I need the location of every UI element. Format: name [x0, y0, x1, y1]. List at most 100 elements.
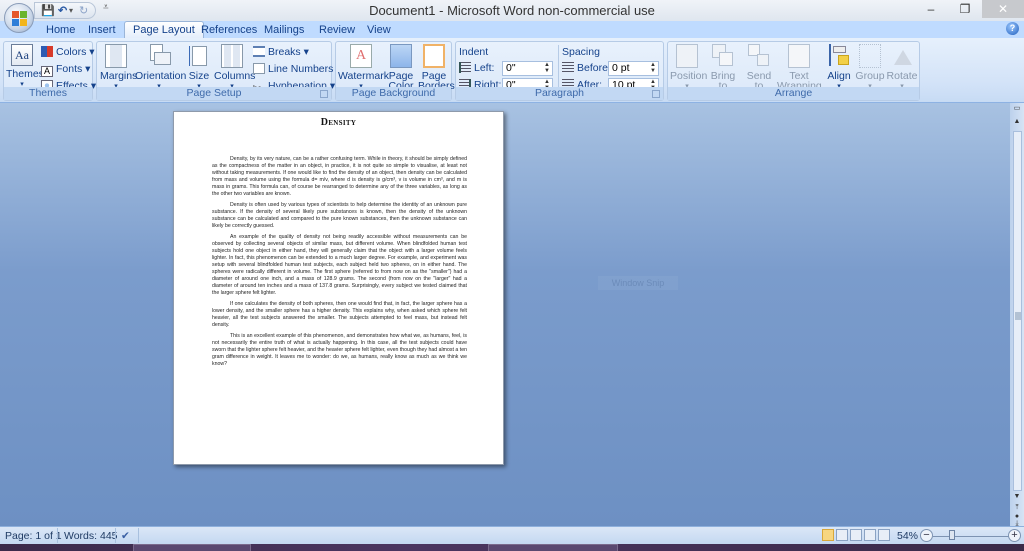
watermark-button[interactable]: A Watermark▾	[338, 44, 389, 92]
group-label-page-background: Page Background	[336, 87, 451, 100]
text-wrapping-icon	[788, 44, 810, 68]
fonts-icon: A	[41, 66, 53, 77]
outline-view-button[interactable]	[864, 529, 876, 541]
spacing-before-icon	[562, 62, 574, 73]
group-label-themes: Themes	[4, 87, 92, 100]
zoom-out-button[interactable]: −	[920, 529, 933, 542]
zoom-slider-track[interactable]	[933, 536, 1011, 537]
fonts-button[interactable]: A Fonts ▾	[41, 62, 90, 77]
scroll-track[interactable]	[1013, 131, 1022, 491]
draft-view-button[interactable]	[878, 529, 890, 541]
ruler-toggle-icon[interactable]: ▭	[1011, 104, 1023, 114]
paragraph-launcher-icon[interactable]	[652, 90, 660, 98]
vertical-scrollbar[interactable]: ▭ ▲ ▼ ⤒ ● ⤓	[1010, 103, 1024, 527]
paragraph: Density, by its very nature, can be a ra…	[212, 156, 467, 197]
group-label-page-setup: Page Setup	[97, 87, 331, 100]
colors-button[interactable]: Colors ▾	[41, 45, 95, 59]
themes-icon: Aa	[11, 44, 33, 66]
page-setup-launcher-icon[interactable]	[320, 90, 328, 98]
size-icon	[188, 44, 210, 68]
ribbon-tab-bar: Home Insert Page Layout References Maili…	[0, 21, 1024, 38]
tab-mailings[interactable]: Mailings	[264, 23, 304, 38]
watermark-icon: A	[350, 44, 372, 68]
group-icon	[859, 44, 881, 68]
rotate-button[interactable]: Rotate▾	[886, 44, 918, 92]
zoom-level[interactable]: 54%	[897, 530, 918, 542]
group-paragraph: Indent Left: 0"▲▼ Right: 0"▲▼ Spacing Be…	[455, 41, 664, 101]
word-count[interactable]: Words: 445	[64, 530, 118, 542]
margins-icon	[105, 44, 127, 68]
document-workspace: Density Density, by its very nature, can…	[0, 103, 1010, 526]
document-page[interactable]: Density Density, by its very nature, can…	[173, 111, 504, 465]
paragraph: If one calculates the density of both sp…	[212, 301, 467, 328]
line-numbers-button[interactable]: Line Numbers ▾	[253, 62, 342, 76]
os-taskbar	[0, 544, 1024, 551]
web-layout-view-button[interactable]	[850, 529, 862, 541]
scroll-down-button[interactable]: ▼	[1011, 492, 1023, 502]
scroll-up-button[interactable]: ▲	[1011, 117, 1023, 127]
indent-left-label: Left:	[459, 61, 494, 75]
office-button[interactable]	[4, 3, 34, 33]
proofing-icon[interactable]: ✔	[121, 530, 130, 542]
colors-icon	[41, 46, 53, 57]
indent-heading: Indent	[459, 46, 489, 58]
undo-dropdown-icon[interactable]: ▾	[69, 6, 73, 15]
document-title: Density	[320, 117, 357, 128]
paragraph: An example of the quality of density not…	[212, 234, 467, 296]
minimize-button[interactable]: –	[914, 0, 948, 18]
spacing-before-spinner-icon[interactable]: ▲ ▼	[650, 62, 656, 74]
group-button[interactable]: Group▾	[855, 44, 885, 92]
title-bar: Document1 - Microsoft Word non-commercia…	[0, 0, 1024, 21]
restore-button[interactable]: ❐	[948, 0, 982, 18]
redo-icon[interactable]: ↻	[79, 4, 88, 17]
full-screen-reading-view-button[interactable]	[836, 529, 848, 541]
group-page-background: A Watermark▾ PageColor ▾ PageBorders Pag…	[335, 41, 455, 101]
size-button[interactable]: Size▾	[187, 44, 211, 92]
orientation-icon	[148, 44, 171, 68]
page-borders-button[interactable]: Page Borders	[418, 44, 455, 91]
tab-view[interactable]: View	[367, 23, 391, 38]
columns-button[interactable]: Columns▾	[214, 44, 255, 92]
rotate-icon	[891, 44, 913, 68]
tab-insert[interactable]: Insert	[88, 23, 116, 38]
customize-qat-icon[interactable]: ⩡	[103, 2, 109, 13]
save-icon[interactable]: 💾	[41, 4, 55, 17]
bring-to-front-icon	[712, 44, 734, 68]
document-body[interactable]: Density, by its very nature, can be a ra…	[212, 156, 467, 372]
ribbon: Aa Themes ▾ Colors ▾ A Fonts ▾ Effects ▾ …	[0, 38, 1024, 103]
align-button[interactable]: Align▾	[825, 44, 853, 92]
status-bar: Page: 1 of 1 Words: 445 ✔ 54% − +	[0, 526, 1024, 544]
office-logo-icon	[12, 11, 28, 27]
page-count[interactable]: Page: 1 of 1	[5, 530, 62, 542]
taskbar-item[interactable]	[133, 544, 251, 551]
spacing-before-label: Before:	[562, 61, 611, 75]
print-layout-view-button[interactable]	[822, 529, 834, 541]
themes-button[interactable]: Aa Themes ▾	[6, 44, 44, 90]
group-page-setup: Margins▾ Orientation▾ Size▾ Columns▾ Bre…	[96, 41, 342, 101]
tab-home[interactable]: Home	[46, 23, 75, 38]
close-button[interactable]: ✕	[982, 0, 1024, 18]
line-numbers-icon	[253, 63, 265, 74]
tab-references[interactable]: References	[201, 23, 257, 38]
scroll-thumb[interactable]	[1015, 312, 1021, 320]
breaks-button[interactable]: Breaks ▾	[253, 45, 309, 59]
group-label-arrange: Arrange	[668, 87, 919, 100]
indent-left-spinner-icon[interactable]: ▲ ▼	[544, 62, 550, 74]
indent-left-input[interactable]: 0" ▲ ▼	[502, 61, 553, 76]
margins-button[interactable]: Margins▾	[100, 44, 137, 92]
help-button[interactable]: ?	[1006, 22, 1019, 35]
orientation-button[interactable]: Orientation▾	[135, 44, 186, 92]
zoom-slider-thumb[interactable]	[949, 530, 955, 540]
page-borders-icon	[423, 44, 445, 68]
zoom-in-button[interactable]: +	[1008, 529, 1021, 542]
taskbar-item[interactable]	[488, 544, 618, 551]
page-color-icon	[390, 44, 412, 68]
paragraph: This is an excellent example of this phe…	[212, 333, 467, 367]
spacing-before-input[interactable]: 0 pt ▲ ▼	[608, 61, 659, 76]
columns-icon	[221, 44, 243, 68]
position-button[interactable]: Position▾	[670, 44, 707, 92]
tab-review[interactable]: Review	[319, 23, 355, 38]
tab-page-layout[interactable]: Page Layout	[124, 21, 204, 38]
send-to-back-icon	[748, 44, 770, 68]
undo-icon[interactable]: ↶	[58, 4, 67, 17]
